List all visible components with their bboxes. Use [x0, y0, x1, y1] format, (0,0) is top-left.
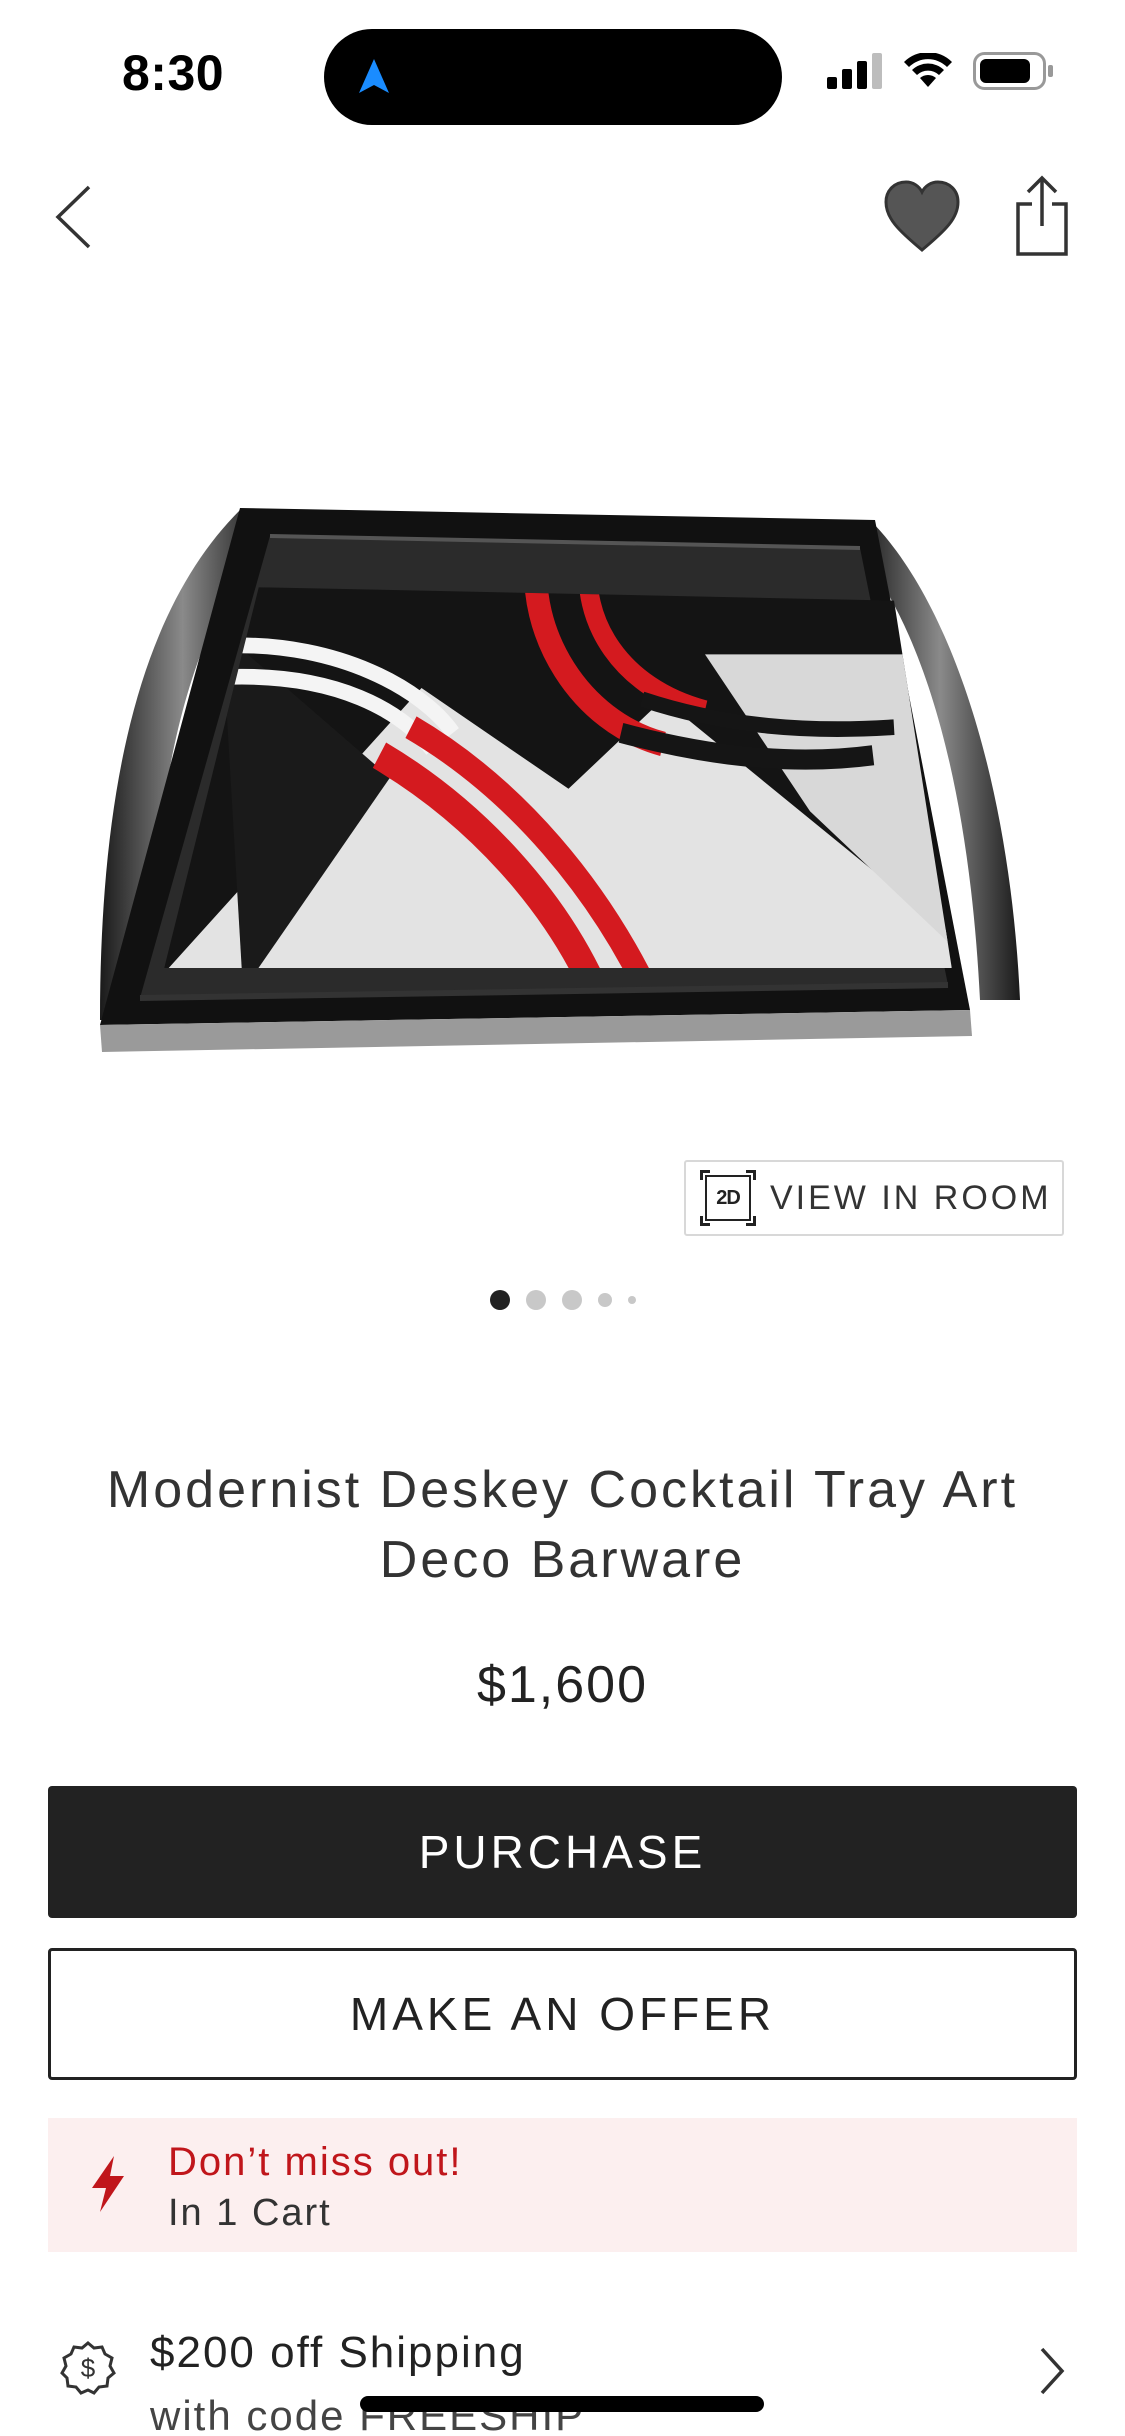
dollar-badge-icon: $: [60, 2341, 116, 2395]
promo-title: $200 off Shipping: [150, 2328, 526, 2377]
product-image[interactable]: [90, 480, 1035, 1060]
location-arrow-icon: [359, 59, 389, 93]
status-time: 8:30: [122, 45, 225, 101]
lightning-icon: [92, 2156, 124, 2212]
carousel-dot[interactable]: [597, 1293, 612, 1307]
svg-text:$: $: [81, 2353, 96, 2383]
status-bar: 8:30: [0, 0, 1125, 150]
back-button[interactable]: [48, 182, 98, 252]
product-price: $1,600: [476, 1656, 649, 1714]
view-in-room-label: VIEW IN ROOM: [770, 1178, 1052, 1217]
carousel-dot[interactable]: [489, 1290, 510, 1310]
view-in-room-button[interactable]: 2D VIEW IN ROOM: [684, 1160, 1064, 1236]
favorite-button[interactable]: [882, 178, 962, 258]
cellular-signal-icon: [827, 53, 882, 89]
view-2d-badge: 2D: [705, 1175, 751, 1221]
heart-icon: [884, 180, 960, 252]
top-nav: [0, 170, 1125, 270]
share-icon: [1016, 175, 1068, 256]
product-title: Modernist Deskey Cocktail Tray Art Deco …: [106, 1461, 1019, 1589]
carousel-dot[interactable]: [525, 1290, 546, 1310]
carousel-dot[interactable]: [627, 1296, 636, 1304]
shipping-promo[interactable]: $ $200 off Shipping with code FREESHIP: [0, 2300, 1125, 2436]
carousel-dots[interactable]: [0, 1290, 1125, 1310]
home-indicator[interactable]: [360, 2396, 764, 2412]
view-2d-icon: 2D: [700, 1170, 756, 1226]
wifi-icon: [904, 53, 952, 87]
alert-subtitle: In 1 Cart: [168, 2192, 332, 2234]
battery-icon: [973, 52, 1053, 90]
share-button[interactable]: [1012, 174, 1072, 260]
make-offer-button[interactable]: MAKE AN OFFER: [48, 1948, 1077, 2080]
dynamic-island: [324, 29, 782, 125]
alert-title: Don’t miss out!: [168, 2140, 463, 2184]
status-indicators: [827, 52, 1055, 90]
chevron-right-icon: [1040, 2347, 1065, 2395]
carousel-dot[interactable]: [561, 1290, 582, 1310]
purchase-button[interactable]: PURCHASE: [48, 1786, 1077, 1918]
chevron-left-icon: [55, 185, 91, 249]
urgency-alert: Don’t miss out! In 1 Cart: [48, 2118, 1077, 2252]
